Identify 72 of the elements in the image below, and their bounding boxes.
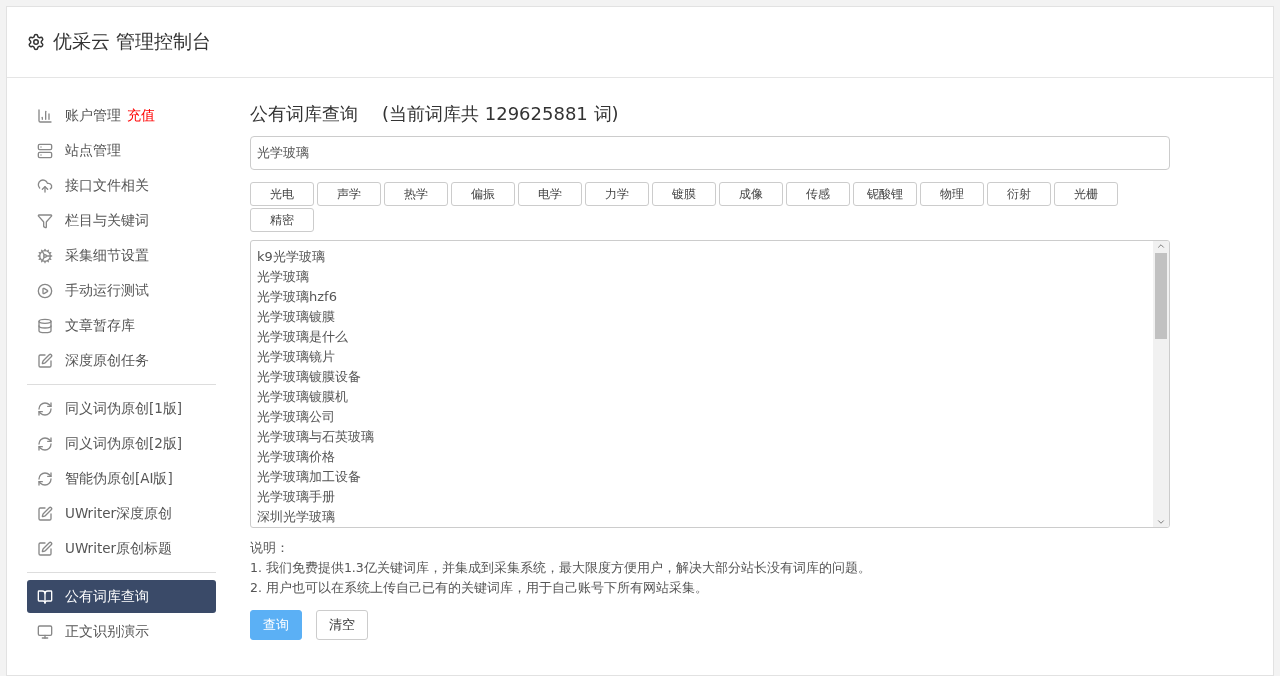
- tag-button[interactable]: 传感: [786, 182, 850, 206]
- result-item[interactable]: 光学玻璃价格: [257, 447, 1147, 467]
- result-item[interactable]: 光学玻璃与石英玻璃: [257, 427, 1147, 447]
- sidebar-item[interactable]: UWriter深度原创: [27, 497, 216, 530]
- edit-icon: [37, 505, 53, 522]
- tag-button[interactable]: 铌酸锂: [853, 182, 917, 206]
- clear-button[interactable]: 清空: [316, 610, 368, 640]
- scroll-up-icon[interactable]: [1156, 241, 1166, 251]
- tag-button[interactable]: 精密: [250, 208, 314, 232]
- monitor-icon: [37, 623, 53, 640]
- refresh-icon: [37, 470, 53, 487]
- note-text: 1. 我们免费提供1.3亿关键词库，并集成到采集系统，最大限度方便用户，解决大部分站长没有词库的问题。: [250, 559, 872, 577]
- tag-button[interactable]: 偏振: [451, 182, 515, 206]
- refresh-icon: [37, 435, 53, 452]
- tag-button[interactable]: 成像: [719, 182, 783, 206]
- server-icon: [37, 142, 53, 159]
- result-item[interactable]: 光学玻璃公司: [257, 407, 1147, 427]
- result-item[interactable]: 光学玻璃加工设备: [257, 467, 1147, 487]
- sidebar-item[interactable]: 接口文件相关: [27, 169, 216, 202]
- edit-icon: [37, 540, 53, 557]
- tag-button[interactable]: 镀膜: [652, 182, 716, 206]
- bar-chart-icon: [37, 107, 53, 124]
- result-item[interactable]: 光学玻璃镀膜设备: [257, 367, 1147, 387]
- play-icon: [37, 282, 53, 299]
- settings-icon: [27, 33, 45, 51]
- filter-icon: [37, 212, 53, 229]
- result-item[interactable]: 深圳光学玻璃: [257, 507, 1147, 527]
- result-item[interactable]: 光学玻璃hzf6: [257, 287, 1147, 307]
- edit-icon: [37, 352, 53, 369]
- tag-button[interactable]: 电学: [518, 182, 582, 206]
- results-list[interactable]: k9光学玻璃 光学玻璃 光学玻璃hzf6 光学玻璃镀膜 光学玻璃是什么 光学玻璃镜片 光学玻璃镀膜设备 光学玻璃镀膜机 光学玻璃公司 光学玻璃与石英玻璃 光学玻璃价格 光学玻璃加工设备 光学玻璃手册 深圳光学玻璃: [250, 240, 1170, 528]
- tag-button[interactable]: 物理: [920, 182, 984, 206]
- refresh-icon: [37, 400, 53, 417]
- result-item[interactable]: 光学玻璃手册: [257, 487, 1147, 507]
- page-title: 公有词库查询: [250, 102, 358, 126]
- result-item[interactable]: 光学玻璃镀膜机: [257, 387, 1147, 407]
- sidebar-item[interactable]: 公有词库查询: [27, 580, 216, 613]
- sidebar-item[interactable]: 采集细节设置: [27, 239, 216, 272]
- result-item[interactable]: 光学玻璃: [257, 267, 1147, 287]
- sidebar-item[interactable]: 同义词伪原创[1版]: [27, 392, 216, 425]
- result-item[interactable]: k9光学玻璃: [257, 247, 1147, 267]
- note-text: 2. 用户也可以在系统上传自己已有的关键词库，用于自己账号下所有网站采集。: [250, 579, 709, 597]
- cloud-upload-icon: [37, 177, 53, 194]
- result-item[interactable]: 光学玻璃镜片: [257, 347, 1147, 367]
- recharge-link[interactable]: 充值: [127, 106, 155, 125]
- sidebar-item[interactable]: 账户管理 充值: [27, 99, 216, 132]
- tag-button[interactable]: 衍射: [987, 182, 1051, 206]
- console-title: 优采云 管理控制台: [53, 29, 212, 54]
- tag-button[interactable]: 光电: [250, 182, 314, 206]
- tag-button[interactable]: 热学: [384, 182, 448, 206]
- sidebar-item[interactable]: 站点管理: [27, 134, 216, 167]
- book-icon: [37, 588, 53, 605]
- tag-button[interactable]: 光栅: [1054, 182, 1118, 206]
- sidebar-item[interactable]: 智能伪原创[AI版]: [27, 462, 216, 495]
- tag-button[interactable]: 声学: [317, 182, 381, 206]
- sidebar-item[interactable]: 深度原创任务: [27, 344, 216, 377]
- word-count-note: (当前词库共 129625881 词): [382, 102, 619, 126]
- note-text: 说明：: [250, 539, 290, 557]
- sidebar-item[interactable]: 手动运行测试: [27, 274, 216, 307]
- sidebar-item[interactable]: 正文识别演示: [27, 615, 216, 648]
- sidebar-item[interactable]: UWriter原创标题: [27, 532, 216, 565]
- gear-icon: [37, 247, 53, 264]
- sidebar-item[interactable]: 同义词伪原创[2版]: [27, 427, 216, 460]
- result-item[interactable]: 光学玻璃镀膜: [257, 307, 1147, 327]
- tag-button[interactable]: 力学: [585, 182, 649, 206]
- sidebar-item[interactable]: 文章暂存库: [27, 309, 216, 342]
- result-item[interactable]: 光学玻璃是什么: [257, 327, 1147, 347]
- search-field[interactable]: 光学玻璃: [250, 136, 1170, 170]
- scroll-down-icon[interactable]: [1156, 517, 1166, 527]
- sidebar-item[interactable]: 栏目与关键词: [27, 204, 216, 237]
- database-icon: [37, 317, 53, 334]
- scrollbar-thumb[interactable]: [1155, 253, 1167, 339]
